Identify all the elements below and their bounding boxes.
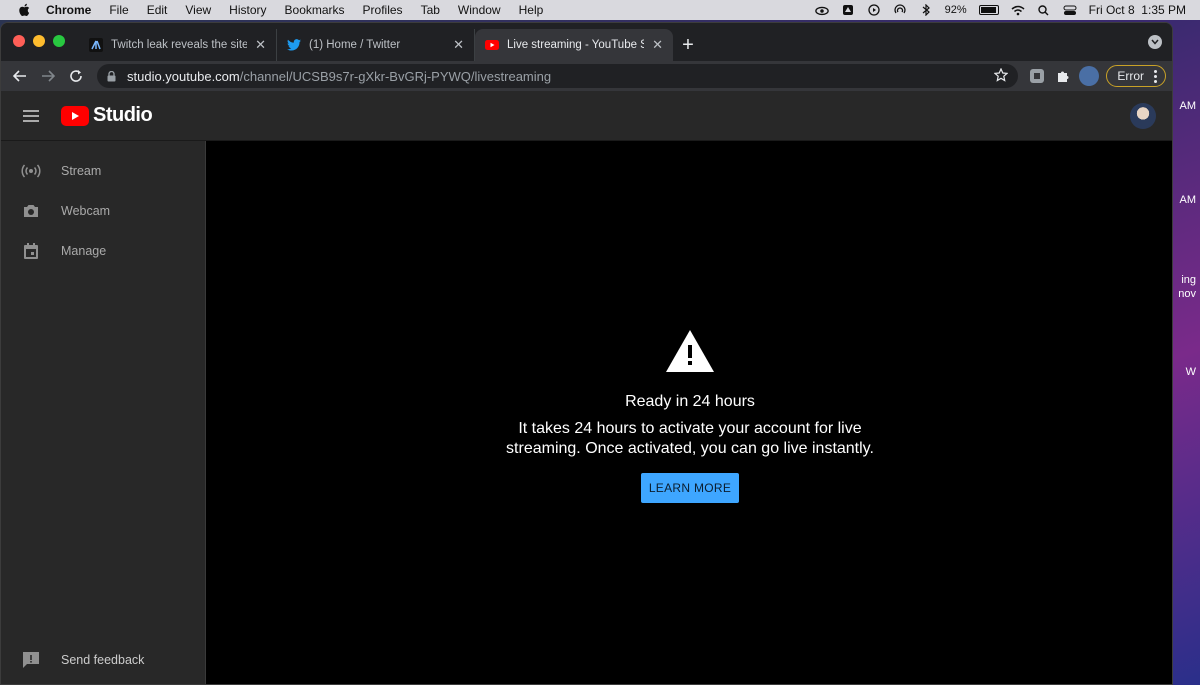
youtube-studio-page: Studio Stream Webcam Manage Send feedbac…	[1, 91, 1172, 684]
menu-window[interactable]: Window	[458, 3, 501, 17]
studio-header: Studio	[1, 91, 1172, 141]
tab-twitter-home[interactable]: (1) Home / Twitter ✕	[277, 29, 475, 61]
close-tab-icon[interactable]: ✕	[255, 37, 266, 53]
youtube-logo-icon	[61, 105, 89, 126]
spotlight-search-icon[interactable]	[1037, 4, 1051, 16]
menu-help[interactable]: Help	[519, 3, 544, 17]
more-menu-icon[interactable]	[1154, 69, 1157, 83]
menu-view[interactable]: View	[185, 3, 211, 17]
bluetooth-icon[interactable]	[919, 4, 933, 16]
feedback-icon	[21, 650, 41, 670]
menu-edit[interactable]: Edit	[147, 3, 168, 17]
desktop-fragment: ing	[1181, 274, 1196, 286]
airdrop-icon[interactable]	[893, 4, 907, 16]
notice-title: Ready in 24 hours	[625, 393, 755, 410]
learn-more-button[interactable]: LEARN MORE	[641, 473, 739, 503]
twitter-favicon-icon	[287, 38, 301, 52]
mac-menu-bar: Chrome File Edit View History Bookmarks …	[0, 0, 1200, 20]
livestream-main-panel: Ready in 24 hours It takes 24 hours to a…	[206, 141, 1172, 684]
studio-sidebar: Stream Webcam Manage Send feedback	[1, 141, 206, 684]
tab-strip: Twitch leak reveals the site's h ✕ (1) H…	[1, 23, 1172, 61]
close-tab-icon[interactable]: ✕	[453, 37, 464, 53]
menu-tab[interactable]: Tab	[421, 3, 440, 17]
back-arrow-icon	[13, 70, 26, 82]
forward-button[interactable]	[35, 63, 61, 89]
url-path: /channel/UCSB9s7r-gXkr-BvGRj-PYWQ/livest…	[239, 68, 552, 84]
window-controls	[13, 35, 65, 47]
back-button[interactable]	[7, 63, 33, 89]
drive-icon[interactable]	[841, 4, 855, 16]
desktop-fragment: AM	[1179, 194, 1197, 206]
menu-app-name[interactable]: Chrome	[46, 3, 91, 17]
reload-button[interactable]	[63, 63, 89, 89]
studio-logo-text: Studio	[93, 104, 153, 126]
minimize-window-button[interactable]	[33, 35, 45, 47]
calendar-icon	[21, 241, 41, 261]
close-window-button[interactable]	[13, 35, 25, 47]
address-bar[interactable]: studio.youtube.com/channel/UCSB9s7r-gXkr…	[97, 64, 1019, 88]
play-icon[interactable]	[867, 4, 881, 16]
forward-arrow-icon	[42, 70, 55, 82]
browser-toolbar: studio.youtube.com/channel/UCSB9s7r-gXkr…	[1, 61, 1172, 91]
feedback-label: Send feedback	[61, 653, 145, 667]
sidebar-item-label: Stream	[61, 164, 102, 178]
zoom-window-button[interactable]	[53, 35, 65, 47]
camera-icon	[21, 201, 41, 221]
twitch-news-favicon-icon	[89, 38, 103, 52]
apple-icon[interactable]	[18, 3, 32, 17]
youtube-favicon-icon	[485, 38, 499, 52]
extension-icon[interactable]	[1024, 63, 1050, 89]
menu-file[interactable]: File	[109, 3, 128, 17]
sidebar-item-webcam[interactable]: Webcam	[1, 191, 205, 231]
sidebar-item-label: Webcam	[61, 204, 111, 218]
control-center-icon[interactable]	[1063, 4, 1077, 16]
menu-history[interactable]: History	[229, 3, 266, 17]
menu-bookmarks[interactable]: Bookmarks	[285, 3, 345, 17]
desktop-fragment: AM	[1179, 100, 1197, 112]
account-avatar[interactable]	[1130, 102, 1156, 129]
tab-youtube-studio[interactable]: Live streaming - YouTube Studi ✕	[475, 29, 673, 61]
sidebar-item-stream[interactable]: Stream	[1, 151, 205, 191]
desktop-fragment: W	[1185, 366, 1196, 378]
tab-title: Twitch leak reveals the site's h	[111, 39, 247, 51]
warning-icon	[666, 329, 714, 373]
tab-search-icon[interactable]	[1148, 35, 1162, 49]
broadcast-icon	[21, 161, 41, 181]
sidebar-item-manage[interactable]: Manage	[1, 231, 205, 271]
bookmark-star-icon[interactable]	[993, 67, 1009, 85]
extensions-puzzle-icon[interactable]	[1050, 63, 1076, 89]
battery-icon[interactable]	[978, 5, 999, 15]
menu-profiles[interactable]: Profiles	[363, 3, 403, 17]
notice-body: It takes 24 hours to activate your accou…	[506, 420, 874, 457]
profile-avatar[interactable]	[1076, 63, 1102, 89]
tab-title: Live streaming - YouTube Studi	[507, 39, 644, 51]
browser-window: Twitch leak reveals the site's h ✕ (1) H…	[0, 22, 1173, 685]
sidebar-item-label: Manage	[61, 244, 107, 258]
close-tab-icon[interactable]: ✕	[652, 37, 663, 53]
new-tab-button[interactable]: +	[673, 29, 703, 61]
send-feedback-button[interactable]: Send feedback	[1, 640, 205, 680]
studio-logo[interactable]: Studio	[61, 104, 153, 127]
creative-cloud-icon[interactable]	[814, 4, 829, 16]
battery-percent: 92%	[944, 4, 967, 16]
error-label: Error	[1117, 69, 1144, 83]
tab-twitch-leak[interactable]: Twitch leak reveals the site's h ✕	[79, 29, 277, 61]
wifi-icon[interactable]	[1011, 4, 1025, 16]
url-host: studio.youtube.com	[127, 68, 240, 84]
profile-error-button[interactable]: Error	[1106, 65, 1166, 87]
tab-title: (1) Home / Twitter	[309, 39, 401, 51]
desktop-fragment: nov	[1178, 288, 1196, 300]
hamburger-menu-icon[interactable]	[23, 109, 39, 122]
lock-icon[interactable]	[107, 70, 117, 82]
reload-icon	[70, 70, 82, 82]
menu-datetime[interactable]: Fri Oct 8 1:35 PM	[1089, 3, 1186, 17]
